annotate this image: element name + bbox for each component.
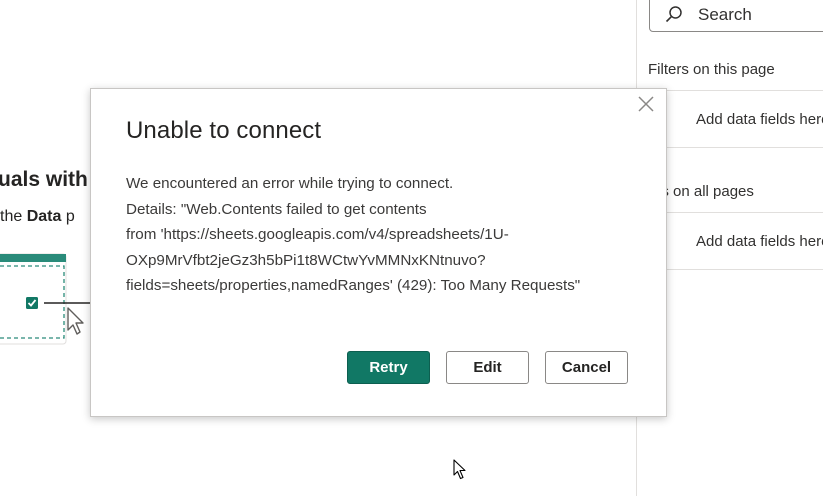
add-data-fields-label: Add data fields here <box>696 111 823 128</box>
retry-button[interactable]: Retry <box>347 351 430 384</box>
add-data-fields-label: Add data fields here <box>696 233 823 250</box>
filters-search-input[interactable]: Search <box>649 0 823 32</box>
dialog-title: Unable to connect <box>126 117 322 144</box>
message-line: We encountered an error while trying to … <box>126 175 454 192</box>
canvas-subtext-prefix: the <box>0 208 23 225</box>
error-dialog: Unable to connect We encountered an erro… <box>90 88 667 417</box>
canvas-subtext-bold: Data <box>26 208 62 225</box>
close-icon[interactable] <box>636 94 656 114</box>
message-line: Details: "Web.Contents failed to get con… <box>126 200 427 218</box>
cancel-button[interactable]: Cancel <box>545 351 628 384</box>
message-line: fields=sheets/properties,namedRanges' (4… <box>126 277 581 294</box>
search-icon <box>665 6 682 23</box>
checkbox-checked-icon <box>26 297 38 309</box>
message-line: OXp9MrVfbt2jeGz3h5bPi1t8WCtwYvMMNxKNtnuv… <box>126 251 486 269</box>
canvas-subtext-suffix: p <box>65 208 75 225</box>
message-line: from 'https://sheets.googleapis.com/v4/s… <box>126 226 509 243</box>
search-placeholder: Search <box>698 5 752 24</box>
canvas-heading: uals with <box>0 168 88 191</box>
mouse-pointer-icon <box>453 459 466 480</box>
dialog-message: We encountered an error while trying to … <box>126 171 636 299</box>
canvas-subtext: the Data p <box>0 208 75 226</box>
edit-button[interactable]: Edit <box>446 351 529 384</box>
filters-on-this-page-title: Filters on this page <box>648 61 775 78</box>
visual-illustration <box>0 253 100 345</box>
